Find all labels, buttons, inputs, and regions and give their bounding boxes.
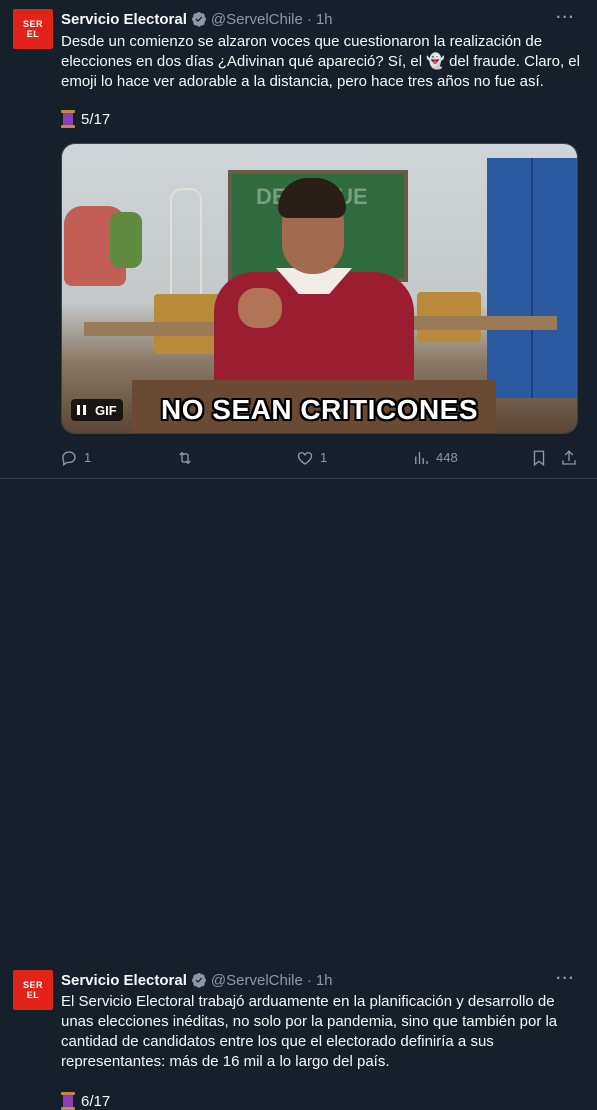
desk — [84, 322, 234, 336]
retweet-icon — [179, 451, 191, 465]
reply-icon — [62, 451, 76, 467]
avatar-text-bottom: EL — [26, 990, 40, 1000]
avatar-text-top: SER — [22, 980, 43, 990]
avatar-text-top: SER — [22, 19, 43, 29]
gif-badge[interactable]: GIF — [71, 399, 123, 421]
timestamp[interactable]: 1h — [316, 11, 333, 28]
gif-label: GIF — [95, 402, 117, 418]
spool-icon — [61, 110, 75, 128]
author-handle[interactable]: @ServelChile — [211, 11, 303, 28]
author-name[interactable]: Servicio Electoral — [61, 11, 187, 28]
views-count: 448 — [436, 450, 458, 465]
spool-icon — [61, 1092, 75, 1110]
more-icon[interactable]: ··· — [556, 9, 575, 27]
verified-badge-icon — [191, 973, 206, 988]
pause-icon[interactable] — [77, 405, 86, 415]
thread-count: 5/17 — [81, 110, 111, 128]
avatar[interactable]: SER EL — [13, 9, 53, 49]
gif-scene: DE QUE — [62, 144, 577, 433]
gif-media[interactable]: DE QUE NO SEAN CRITICONES GIF — [61, 143, 578, 434]
hair — [278, 178, 346, 218]
avatar[interactable]: SER EL — [13, 970, 53, 1010]
desk — [407, 316, 557, 330]
tweet-actions: 1 1 448 — [60, 448, 581, 468]
tweet-header: Servicio Electoral @ServelChile · 1h ··· — [61, 970, 581, 990]
thread-count: 6/17 — [81, 1092, 111, 1110]
person — [214, 168, 414, 402]
views-button[interactable]: 448 — [412, 449, 458, 467]
reply-button[interactable]: 1 — [60, 449, 91, 467]
share-icon — [562, 450, 576, 465]
gif-caption: NO SEAN CRITICONES — [160, 394, 479, 425]
bookmark-button[interactable] — [530, 449, 554, 467]
tweet-text: El Servicio Electoral trabajó arduamente… — [61, 993, 558, 1070]
share-button[interactable] — [560, 449, 584, 467]
like-icon — [297, 452, 313, 465]
thread-counter: 6/17 — [61, 1092, 110, 1110]
blue-cabinet — [487, 158, 577, 398]
timestamp[interactable]: 1h — [316, 972, 333, 989]
tweet-header: Servicio Electoral @ServelChile · 1h ··· — [61, 9, 581, 29]
backpack-green — [110, 212, 142, 268]
verified-badge-icon — [191, 12, 206, 27]
more-icon[interactable]: ··· — [556, 970, 575, 988]
avatar-text-bottom: EL — [26, 29, 40, 39]
reply-count: 1 — [84, 450, 92, 465]
like-count: 1 — [320, 450, 328, 465]
separator-dot: · — [306, 10, 312, 28]
retweet-button[interactable] — [176, 449, 200, 467]
author-handle[interactable]: @ServelChile — [211, 972, 303, 989]
thread-counter: 5/17 — [61, 110, 110, 128]
pointing-hand — [238, 288, 282, 328]
views-icon — [415, 452, 428, 464]
tweet[interactable]: SER EL Servicio Electoral @ServelChile ·… — [0, 0, 597, 479]
bookmark-icon — [533, 450, 545, 467]
author-name[interactable]: Servicio Electoral — [61, 972, 187, 989]
tweet-text: Desde un comienzo se alzaron voces que c… — [61, 33, 580, 90]
separator-dot: · — [306, 971, 312, 989]
like-button[interactable]: 1 — [296, 449, 327, 467]
